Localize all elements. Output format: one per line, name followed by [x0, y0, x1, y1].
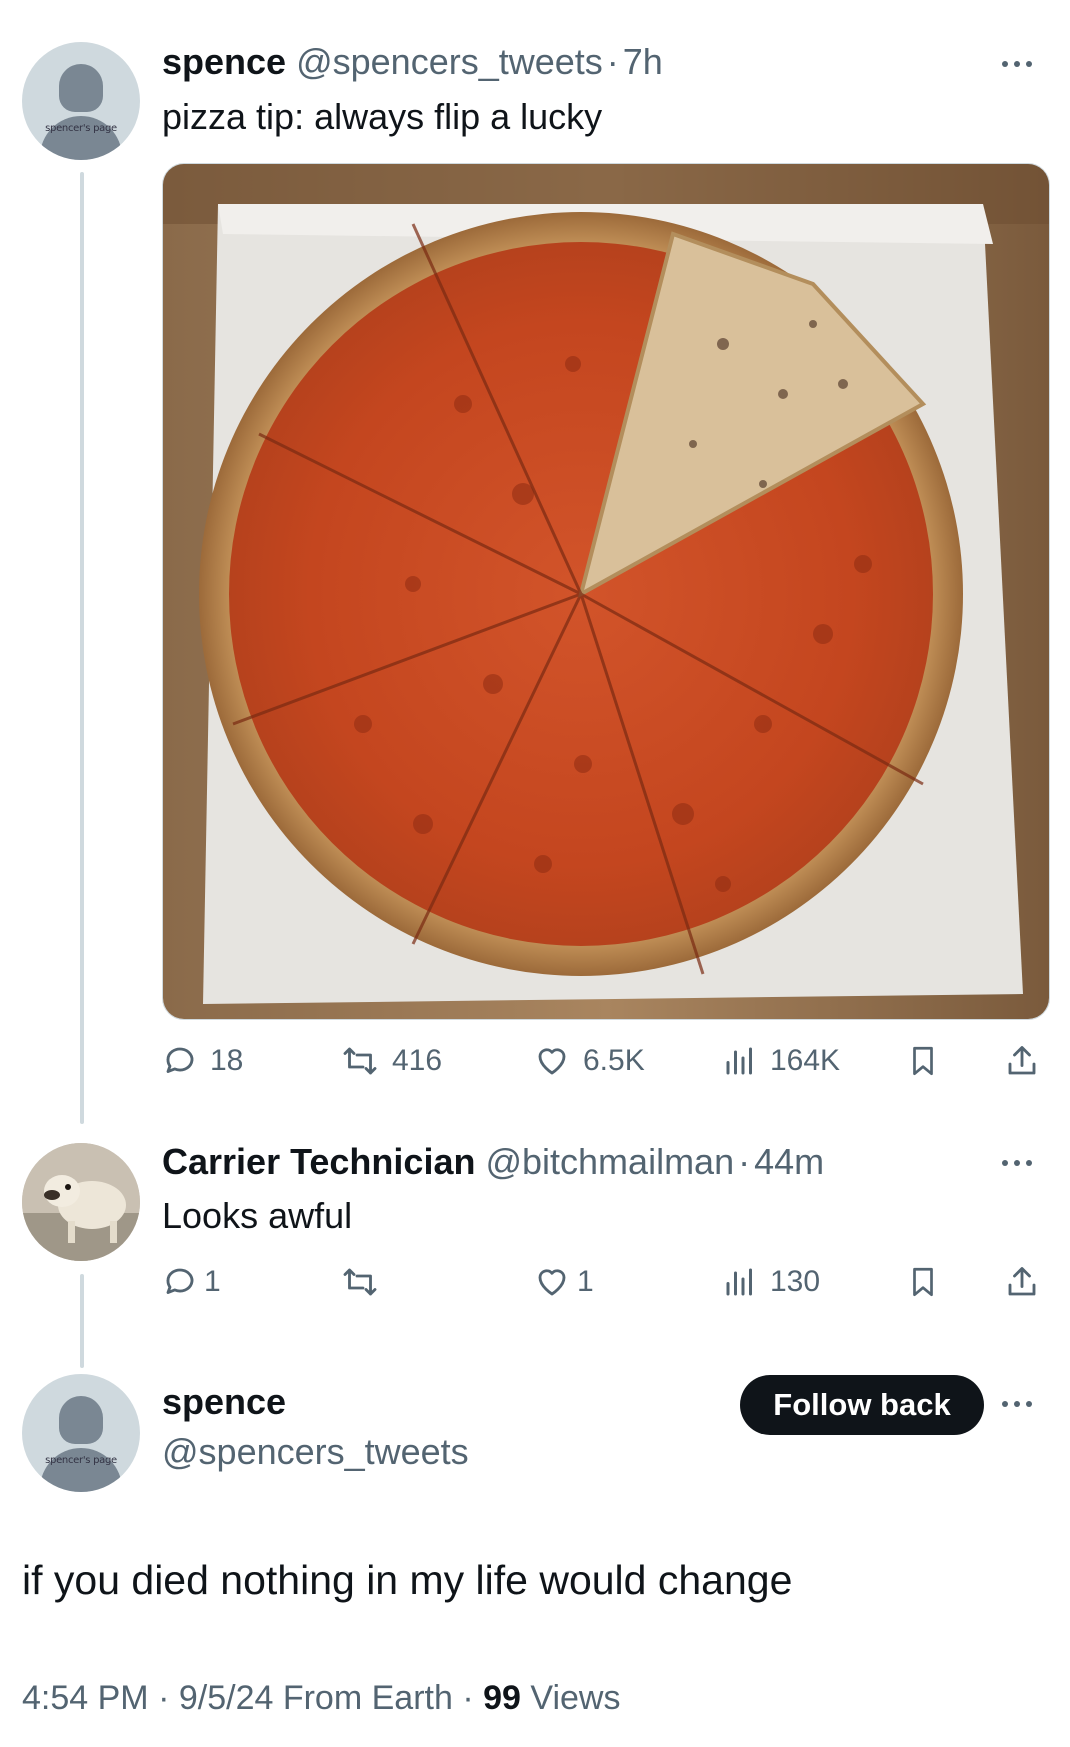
tweet-date[interactable]: 9/5/24 [179, 1679, 274, 1717]
tweet-header: spence @spencers_tweets · 7h [162, 40, 663, 84]
separator: · [738, 1141, 751, 1182]
display-name[interactable]: spence [162, 41, 286, 82]
display-name[interactable]: spence [162, 1381, 286, 1422]
views-icon [726, 1268, 752, 1296]
separator: · [606, 41, 619, 82]
reply-button[interactable]: 18 [162, 1041, 243, 1081]
views-icon [726, 1047, 752, 1075]
like-button[interactable]: 6.5K [533, 1041, 645, 1081]
tweet-meta: 4:54 PM · 9/5/24 From Earth · 99 Views [22, 1679, 621, 1717]
avatar[interactable] [22, 1143, 140, 1261]
display-name[interactable]: Carrier Technician [162, 1141, 475, 1182]
like-icon [538, 1048, 566, 1075]
reply-icon [166, 1268, 194, 1294]
display-name-row: spence [162, 1380, 286, 1424]
views-count: 99 [483, 1679, 521, 1717]
views-button[interactable]: 130 [722, 1262, 820, 1302]
views-count: 130 [770, 1265, 821, 1298]
pizza-image [163, 164, 1049, 1019]
like-icon [538, 1269, 566, 1296]
tweet-image[interactable] [162, 163, 1050, 1020]
tweet-header: Carrier Technician @bitchmailman · 44m [162, 1140, 824, 1184]
repost-icon [343, 1047, 377, 1075]
bookmark-button[interactable] [906, 1262, 940, 1302]
avatar-caption: spencer's page [45, 123, 117, 134]
share-button[interactable] [1004, 1041, 1040, 1081]
bookmark-icon [913, 1267, 933, 1297]
follow-back-button[interactable]: Follow back [740, 1375, 984, 1435]
avatar-head [59, 1396, 103, 1444]
more-icon[interactable] [1000, 56, 1040, 72]
more-icon[interactable] [1000, 1396, 1040, 1412]
repost-count: 416 [392, 1044, 443, 1077]
avatar[interactable]: spencer's page [22, 1374, 140, 1492]
reply-icon [166, 1047, 194, 1073]
avatar-caption: spencer's page [45, 1455, 117, 1466]
reply-count: 18 [210, 1044, 244, 1077]
views-button[interactable]: 164K [722, 1041, 840, 1081]
handle[interactable]: @spencers_tweets [296, 41, 603, 82]
views-label: Views [530, 1679, 621, 1717]
more-icon[interactable] [1000, 1155, 1040, 1171]
avatar-head [59, 64, 103, 112]
like-button[interactable]: 1 [533, 1262, 594, 1302]
share-icon [1008, 1267, 1036, 1296]
repost-icon [343, 1268, 377, 1296]
thread-line [80, 1274, 84, 1368]
bookmark-icon [913, 1046, 933, 1076]
thread-line [80, 172, 84, 1124]
tweet-source: From Earth [282, 1679, 453, 1717]
tweet-text: pizza tip: always flip a lucky [162, 96, 603, 137]
timestamp[interactable]: 44m [754, 1141, 824, 1182]
reply-button[interactable]: 1 [162, 1262, 221, 1302]
bookmark-button[interactable] [906, 1041, 940, 1081]
like-count: 1 [577, 1265, 594, 1298]
tweet-time[interactable]: 4:54 PM [22, 1679, 149, 1717]
share-icon [1008, 1046, 1036, 1075]
tweet-text: Looks awful [162, 1195, 353, 1236]
tweet-text: if you died nothing in my life would cha… [22, 1557, 793, 1603]
timestamp[interactable]: 7h [623, 41, 663, 82]
like-count: 6.5K [583, 1044, 645, 1077]
repost-button[interactable] [340, 1262, 392, 1302]
reply-count: 1 [204, 1265, 221, 1298]
repost-button[interactable]: 416 [340, 1041, 442, 1081]
share-button[interactable] [1004, 1262, 1040, 1302]
handle[interactable]: @spencers_tweets [162, 1430, 469, 1474]
avatar[interactable]: spencer's page [22, 42, 140, 160]
views-count: 164K [770, 1044, 841, 1077]
handle[interactable]: @bitchmailman [485, 1141, 734, 1182]
dog-avatar-image [22, 1143, 140, 1261]
